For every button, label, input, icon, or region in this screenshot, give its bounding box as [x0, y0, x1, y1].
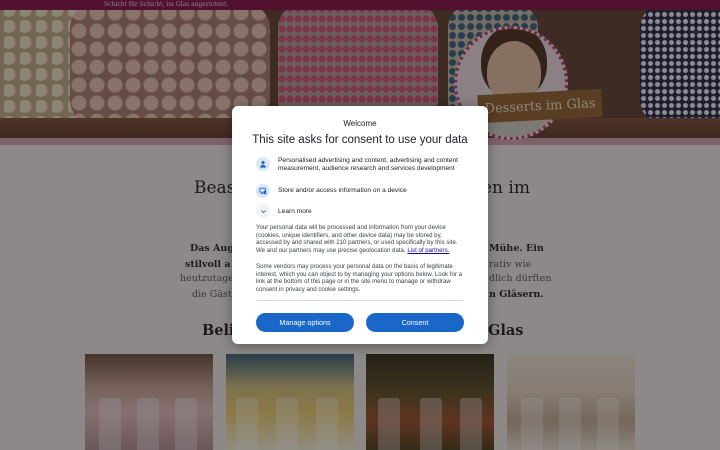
consent-dialog: Welcome This site asks for consent to us… [232, 106, 488, 344]
purpose-text: Personalised advertising and content, ad… [278, 157, 458, 173]
dialog-title: This site asks for consent to use your d… [252, 134, 468, 146]
purpose-text: Store and/or access information on a dev… [278, 187, 407, 194]
dialog-welcome: Welcome [343, 119, 377, 128]
consent-description: Your personal data will be processed and… [256, 224, 466, 255]
manage-options-button[interactable]: Manage options [256, 313, 354, 332]
purpose-item: Store and/or access information on a dev… [256, 184, 470, 198]
partners-link[interactable]: List of partners. [407, 247, 449, 254]
consent-button[interactable]: Consent [366, 313, 464, 332]
purpose-item: Personalised advertising and content, ad… [256, 157, 470, 173]
chevron-down-icon [256, 204, 270, 218]
learn-more-label: Learn more [278, 207, 312, 215]
legitimate-interest-description: Some vendors may process your personal d… [256, 263, 462, 294]
learn-more-toggle[interactable]: Learn more [256, 204, 312, 218]
device-icon [256, 184, 270, 198]
person-icon [256, 157, 270, 171]
dialog-divider [256, 300, 464, 301]
